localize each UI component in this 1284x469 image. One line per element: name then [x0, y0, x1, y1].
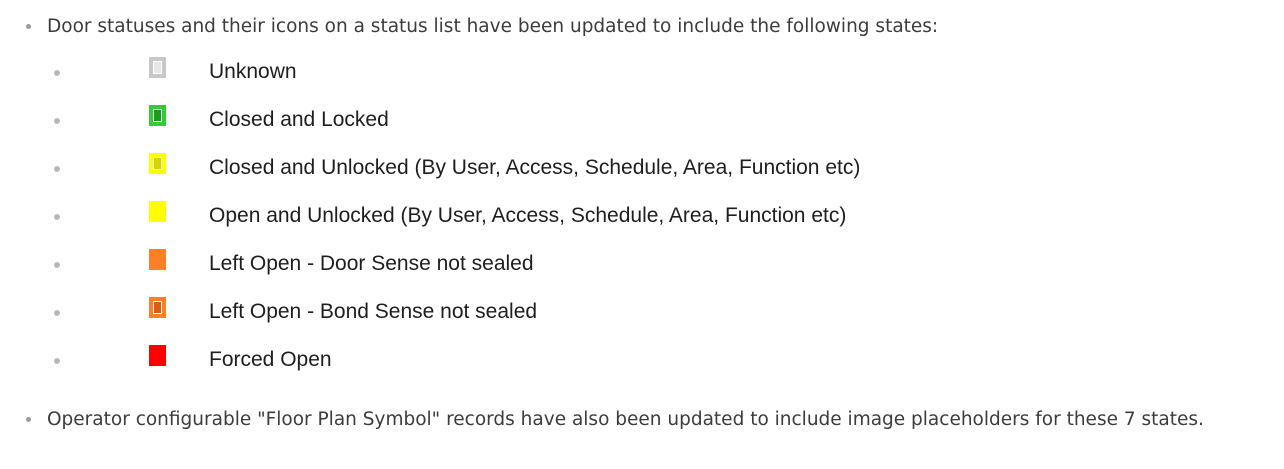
outro-bullet: Operator configurable "Floor Plan Symbol… — [0, 404, 1284, 466]
door-status-list: Unknown Closed and Locked Closed and Unloc… — [0, 50, 1284, 390]
status-label: Forced Open — [209, 348, 332, 371]
outro-text: Operator configurable "Floor Plan Symbol… — [47, 409, 1204, 430]
status-list-item: Forced Open — [0, 338, 1284, 382]
icon-inner-frame — [153, 301, 162, 314]
status-list-item: Open and Unlocked (By User, Access, Sche… — [0, 194, 1284, 238]
status-list-item: Left Open - Door Sense not sealed — [0, 242, 1284, 286]
status-label: Left Open - Door Sense not sealed — [209, 252, 534, 275]
intro-text: Door statuses and their icons on a statu… — [47, 16, 939, 37]
status-list-item: Closed and Unlocked (By User, Access, Sc… — [0, 146, 1284, 190]
door-left-open-door-sense-icon — [149, 249, 166, 270]
status-label: Closed and Locked — [209, 108, 389, 131]
icon-inner-frame — [153, 157, 162, 170]
bullet-dot — [26, 417, 31, 422]
status-label: Left Open - Bond Sense not sealed — [209, 300, 538, 323]
bullet-dot — [26, 24, 31, 29]
intro-bullet: Door statuses and their icons on a statu… — [0, 11, 1284, 42]
sub-bullet-dot — [54, 70, 60, 76]
sub-bullet-dot — [54, 166, 60, 172]
icon-inner-frame — [153, 109, 162, 122]
sub-bullet-dot — [54, 310, 60, 316]
status-label: Closed and Unlocked (By User, Access, Sc… — [209, 156, 861, 179]
door-open-unlocked-icon — [149, 201, 166, 222]
status-list-item: Closed and Locked — [0, 98, 1284, 142]
door-forced-open-icon — [149, 345, 166, 366]
sub-bullet-dot — [54, 118, 60, 124]
door-left-open-bond-sense-icon — [149, 297, 166, 318]
sub-bullet-dot — [54, 214, 60, 220]
door-closed-locked-icon — [149, 105, 166, 126]
status-list-item: Unknown — [0, 50, 1284, 94]
sub-bullet-dot — [54, 358, 60, 364]
status-list-item: Left Open - Bond Sense not sealed — [0, 290, 1284, 334]
status-label: Open and Unlocked (By User, Access, Sche… — [209, 204, 847, 227]
door-closed-unlocked-icon — [149, 153, 166, 174]
sub-bullet-dot — [54, 262, 60, 268]
door-unknown-icon — [149, 57, 166, 78]
icon-inner-frame — [153, 61, 162, 74]
status-label: Unknown — [209, 60, 297, 83]
